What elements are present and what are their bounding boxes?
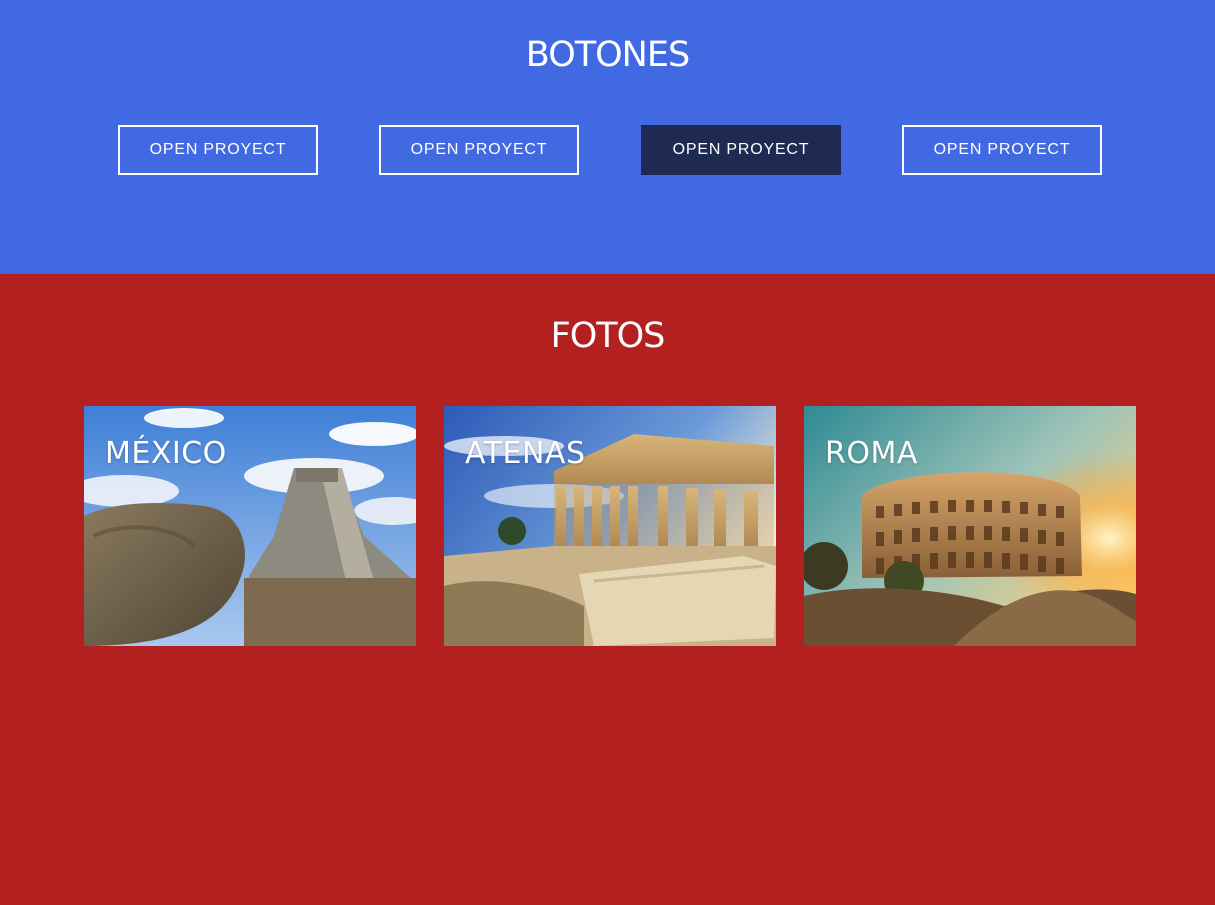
photo-card-mexico[interactable]: MÉXICO: [84, 406, 416, 646]
open-project-button-3[interactable]: OPEN PROYECT: [641, 125, 841, 175]
photos-section-title: FOTOS: [550, 316, 666, 356]
card-label-roma: ROMA: [825, 436, 918, 471]
photos-section: FOTOS MÉXICO ATENAS ROMA: [0, 274, 1215, 905]
open-project-button-1[interactable]: OPEN PROYECT: [118, 125, 318, 175]
open-project-button-2[interactable]: OPEN PROYECT: [379, 125, 579, 175]
buttons-section: BOTONES OPEN PROYECT OPEN PROYECT OPEN P…: [0, 0, 1215, 274]
open-project-button-4[interactable]: OPEN PROYECT: [902, 125, 1102, 175]
card-label-atenas: ATENAS: [465, 436, 586, 471]
card-label-mexico: MÉXICO: [105, 436, 227, 471]
buttons-section-title: BOTONES: [525, 35, 690, 75]
photo-card-roma[interactable]: ROMA: [804, 406, 1136, 646]
photo-card-atenas[interactable]: ATENAS: [444, 406, 776, 646]
